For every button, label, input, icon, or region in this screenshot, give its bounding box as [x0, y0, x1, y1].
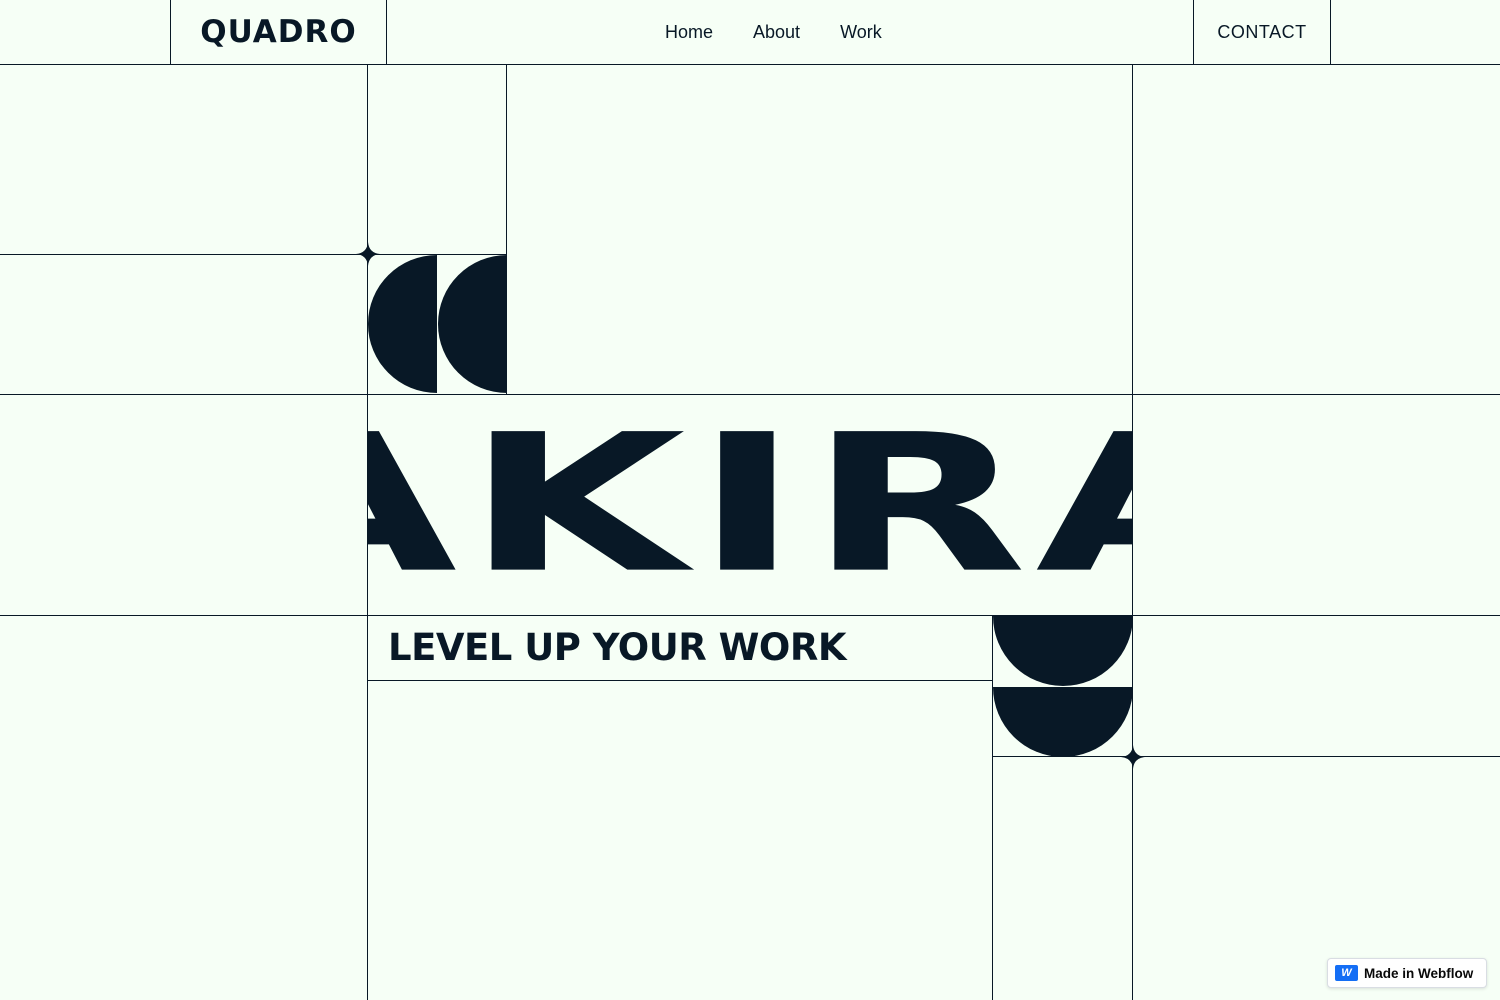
grid-line [368, 680, 993, 681]
nav-link-home[interactable]: Home [665, 18, 713, 46]
nav-link-about[interactable]: About [753, 18, 800, 46]
grid-line [993, 756, 1500, 757]
logo-text: QUADRO [200, 14, 357, 50]
hero-title: AKIRA [368, 395, 1132, 615]
header-bottom-line [0, 64, 1500, 65]
badge-label: Made in Webflow [1364, 965, 1474, 981]
grid-line [1132, 64, 1133, 1000]
logo-link[interactable]: QUADRO [170, 0, 387, 64]
half-circles-left-graphic [368, 255, 507, 393]
contact-button[interactable]: CONTACT [1193, 0, 1331, 64]
grid-line [0, 615, 1500, 616]
hero-title-text: AKIRA [368, 395, 1132, 615]
half-circles-bottom-graphic [993, 616, 1133, 756]
main-nav: Home About Work [665, 18, 882, 46]
hero-tagline: LEVEL UP YOUR WORK [388, 626, 847, 669]
webflow-logo-icon: W [1335, 965, 1358, 981]
nav-link-work[interactable]: Work [840, 18, 882, 46]
made-in-webflow-badge[interactable]: W Made in Webflow [1327, 958, 1487, 988]
